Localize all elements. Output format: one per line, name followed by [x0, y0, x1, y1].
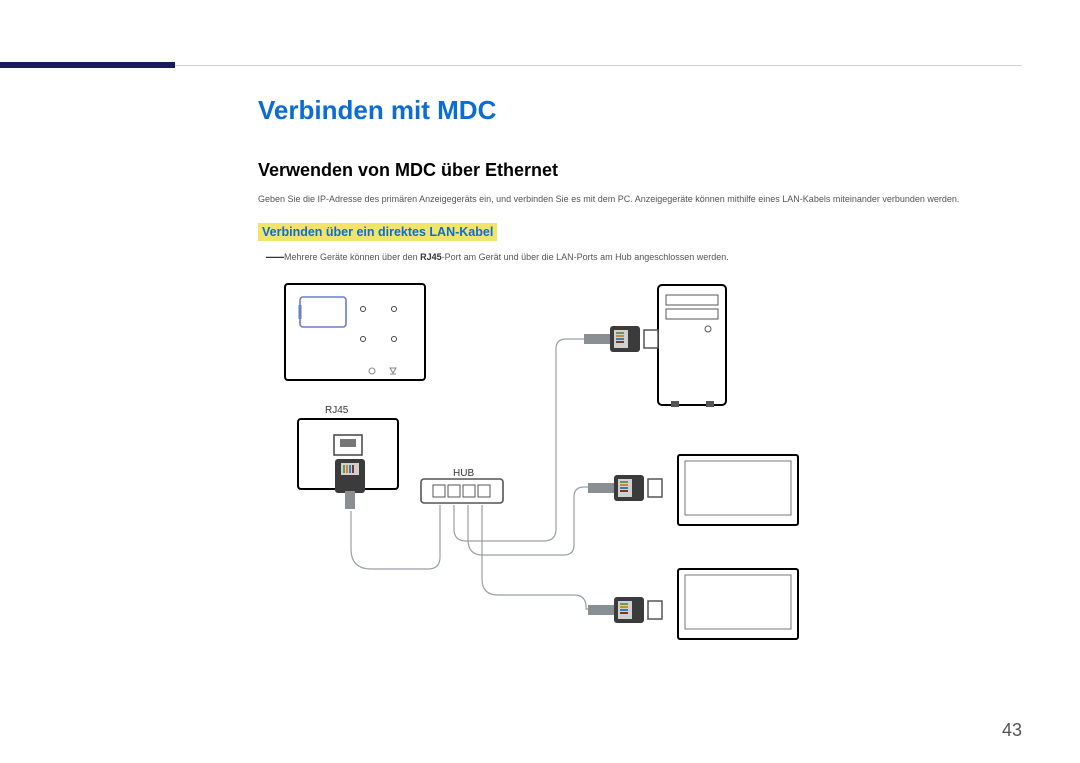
section-title: Verbinden mit MDC: [258, 95, 1022, 126]
computer-tower-icon: [658, 285, 726, 407]
note-text-post: -Port am Gerät und über die LAN-Ports am…: [442, 252, 729, 262]
hub-label: HUB: [453, 468, 474, 479]
ethernet-plug-icon: [588, 475, 662, 501]
note-text-bold: RJ45: [420, 252, 442, 262]
rj45-label: RJ45: [325, 405, 349, 416]
display-back-icon: [285, 284, 425, 380]
subsection-title: Verwenden von MDC über Ethernet: [258, 160, 1022, 181]
monitor-icon: [678, 569, 798, 639]
monitor-icon: [678, 455, 798, 525]
hub-icon: [421, 479, 503, 503]
note-line: ― Mehrere Geräte können über den RJ45-Po…: [258, 251, 1022, 263]
ethernet-plug-icon: [584, 326, 658, 352]
connection-diagram: RJ45 HUB: [278, 279, 1042, 674]
accent-bar: [0, 62, 175, 68]
highlighted-heading: Verbinden über ein direktes LAN-Kabel: [258, 223, 497, 241]
ethernet-plug-icon: [335, 459, 365, 509]
horizontal-rule: [175, 65, 1022, 66]
page-number: 43: [1002, 720, 1022, 741]
intro-paragraph: Geben Sie die IP-Adresse des primären An…: [258, 193, 1022, 205]
note-text-pre: Mehrere Geräte können über den: [284, 252, 420, 262]
ethernet-plug-icon: [588, 597, 662, 623]
note-dash-icon: ―: [266, 244, 284, 268]
page-content: Verbinden mit MDC Verwenden von MDC über…: [258, 95, 1022, 670]
